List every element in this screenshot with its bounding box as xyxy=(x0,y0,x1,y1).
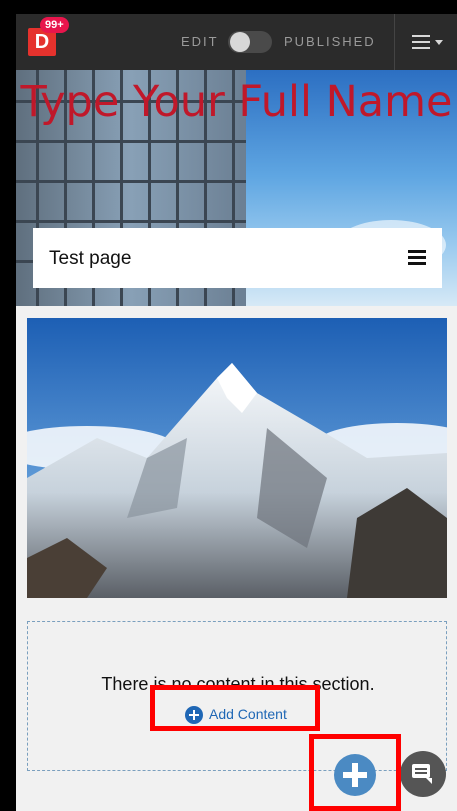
edit-publish-toggle[interactable] xyxy=(228,31,272,53)
notification-badge[interactable]: 99+ xyxy=(40,17,69,33)
page-title: Test page xyxy=(49,248,132,269)
logo-letter: D xyxy=(34,31,50,53)
highlight-box-add-content xyxy=(150,685,320,731)
site-title[interactable]: Type Your Full Name xyxy=(16,74,457,130)
chevron-down-icon xyxy=(435,40,443,45)
editor-topbar: D 99+ EDIT PUBLISHED xyxy=(16,14,457,70)
toggle-knob xyxy=(230,32,250,52)
main-menu-button[interactable] xyxy=(404,30,448,54)
page-nav-card: Test page xyxy=(33,228,442,288)
mountain-image[interactable] xyxy=(27,318,447,598)
hamburger-icon xyxy=(412,35,430,49)
page-menu-icon[interactable] xyxy=(408,250,426,265)
chat-lines-icon xyxy=(415,768,427,776)
header-hero: Type Your Full Name Test page xyxy=(16,70,457,306)
topbar-divider xyxy=(394,14,395,70)
mountain-photo-icon xyxy=(27,318,447,598)
edit-mode-label: EDIT xyxy=(181,34,219,49)
chat-button[interactable] xyxy=(400,751,446,797)
published-mode-label: PUBLISHED xyxy=(284,34,376,49)
highlight-box-fab xyxy=(309,734,401,811)
